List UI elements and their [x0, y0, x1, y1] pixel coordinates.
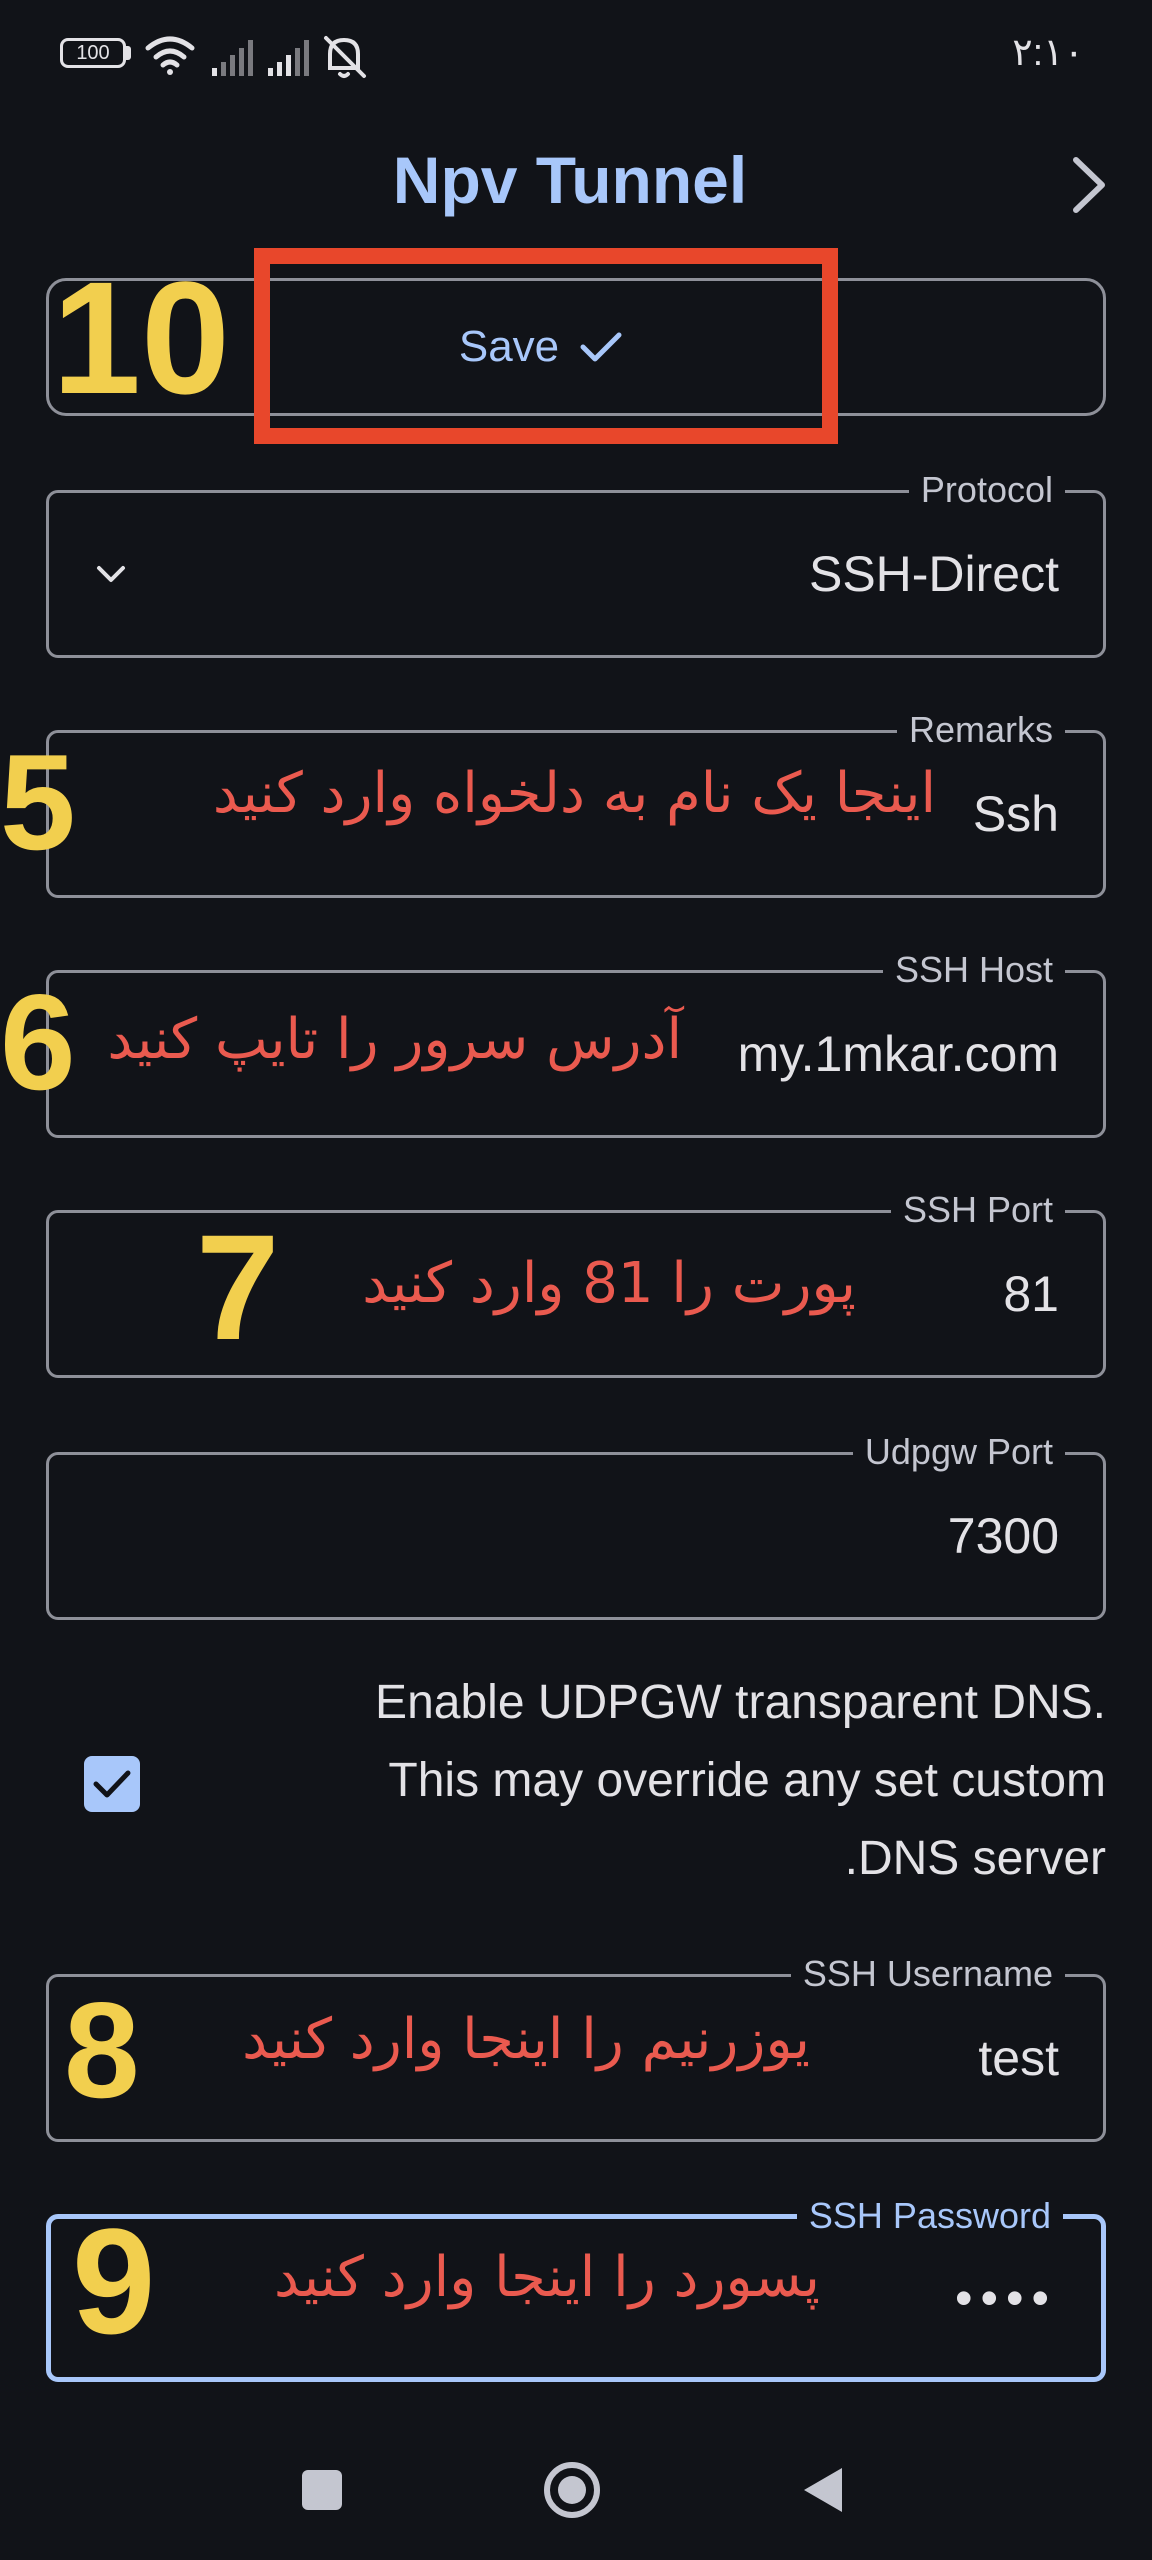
annotation-text-5: اینجا یک نام به دلخواه وارد کنید — [212, 761, 936, 826]
annotation-text-7: پورت را 81 وارد کنید — [362, 1251, 856, 1316]
annotation-number-10: 10 — [52, 248, 230, 427]
battery-level: 100 — [76, 42, 110, 64]
protocol-dropdown[interactable]: Protocol SSH-Direct — [46, 469, 1106, 658]
bell-off-icon — [324, 36, 366, 78]
status-icons — [145, 36, 366, 78]
udpgw-port-value: 7300 — [947, 1508, 1059, 1564]
udpgw-dns-checkbox[interactable] — [84, 1756, 140, 1812]
annotation-number-5: 5 — [0, 726, 76, 878]
protocol-value: SSH-Direct — [808, 546, 1059, 602]
signal-icon-2 — [268, 40, 309, 76]
signal-icon-1 — [212, 40, 253, 76]
check-icon — [93, 1770, 131, 1798]
chevron-down-icon — [93, 493, 129, 655]
annotation-text-6: آدرس سرور را تایپ کنید — [107, 1007, 682, 1072]
ssh-password-value: •••• — [954, 2270, 1057, 2326]
battery-tip — [126, 46, 131, 60]
page-title: Npv Tunnel — [392, 143, 748, 217]
udpgw-dns-line-3: .DNS server — [844, 1832, 1106, 1885]
annotation-text-8: یوزرنیم را اینجا وارد کنید — [242, 2007, 810, 2072]
square-icon[interactable] — [302, 2470, 342, 2510]
udpgw-port-field[interactable]: Udpgw Port 7300 — [46, 1431, 1106, 1620]
ssh-host-value: my.1mkar.com — [737, 1026, 1059, 1082]
annotation-number-9: 9 — [72, 2197, 156, 2365]
remarks-value: Ssh — [972, 786, 1059, 842]
clock: ۲:۱۰ — [1012, 32, 1084, 74]
chevron-right-icon[interactable] — [1060, 150, 1120, 220]
annotation-highlight-box — [254, 248, 838, 444]
status-bar: 100 ۲:۱۰ — [0, 0, 1152, 110]
annotation-number-7: 7 — [196, 1203, 280, 1371]
annotation-number-6: 6 — [0, 966, 76, 1118]
annotation-number-8: 8 — [64, 1974, 140, 2126]
circle-icon[interactable] — [544, 2462, 600, 2518]
annotation-text-9: پسورد را اینجا وارد کنید — [274, 2245, 820, 2310]
udpgw-dns-line-2: This may override any set custom — [388, 1754, 1106, 1807]
udpgw-dns-line-1: Enable UDPGW transparent DNS. — [375, 1676, 1106, 1729]
ssh-username-value: test — [978, 2030, 1059, 2086]
wifi-icon — [145, 36, 195, 75]
ssh-port-value: 81 — [1003, 1266, 1059, 1322]
udpgw-dns-description: Enable UDPGW transparent DNS. This may o… — [200, 1664, 1106, 1898]
battery-icon: 100 — [60, 38, 126, 68]
triangle-back-icon[interactable] — [804, 2468, 842, 2512]
navigation-bar — [302, 2462, 842, 2518]
